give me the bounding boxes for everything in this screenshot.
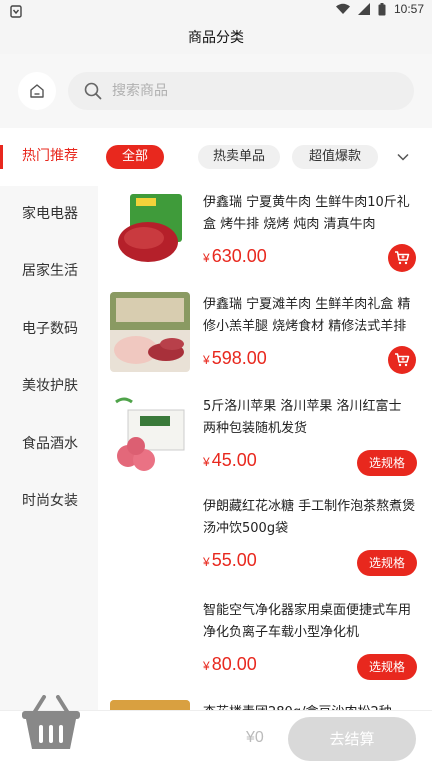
- shopping-basket-icon[interactable]: [20, 695, 82, 751]
- checkout-button[interactable]: 去结算: [288, 717, 416, 761]
- tab-super-deals[interactable]: 超值爆款: [292, 145, 378, 169]
- bottom-cart-bar: ¥0 去结算: [0, 695, 432, 768]
- wifi-icon: [335, 3, 350, 14]
- search-row: [0, 54, 432, 128]
- product-name: 伊鑫瑞 宁夏黄牛肉 生鲜牛肉10斤礼盒 烤牛排 烧烤 炖肉 清真牛肉: [203, 195, 410, 232]
- product-price: ¥55.00: [203, 550, 257, 570]
- app-notification-icon: [10, 5, 22, 18]
- product-item[interactable]: 伊鑫瑞 宁夏滩羊肉 生鲜羊肉礼盒 精修小羔羊腿 烧烤食材 精修法式羊排 ¥598…: [98, 292, 432, 396]
- sidebar-item-food-drinks[interactable]: 食品酒水: [0, 416, 98, 474]
- sidebar-item-hot[interactable]: 热门推荐: [0, 128, 98, 186]
- battery-icon: [378, 2, 386, 15]
- product-item[interactable]: 杏花楼青团280g/盒豆沙肉松2种: [98, 700, 432, 710]
- select-spec-button[interactable]: 选规格: [357, 654, 417, 680]
- signal-icon: [357, 3, 370, 15]
- product-item[interactable]: 伊朗藏红花冰糖 手工制作泡茶熬煮煲汤冲饮500g袋 ¥55.00 选规格: [98, 494, 432, 598]
- product-name: 智能空气净化器家用桌面便捷式车用净化负离子车载小型净化机: [203, 603, 412, 640]
- home-icon: [30, 84, 44, 98]
- add-to-cart-button[interactable]: [388, 346, 416, 374]
- product-price: ¥598.00: [203, 348, 267, 368]
- sidebar-item-home-living[interactable]: 居家生活: [0, 243, 98, 301]
- status-bar: 10:57: [0, 0, 432, 22]
- cart-icon: [395, 353, 410, 367]
- select-spec-button[interactable]: 选规格: [357, 550, 417, 576]
- sidebar-item-appliances[interactable]: 家电电器: [0, 186, 98, 244]
- tab-hot-items[interactable]: 热卖单品: [198, 145, 280, 169]
- product-price: ¥80.00: [203, 654, 257, 674]
- category-sidebar: 热门推荐 家电电器 居家生活 电子数码 美妆护肤 食品酒水 时尚女装: [0, 128, 98, 710]
- product-price: ¥45.00: [203, 450, 257, 470]
- product-name: 5斤洛川苹果 洛川苹果 洛川红富士 两种包装随机发货: [203, 399, 402, 436]
- search-box[interactable]: [68, 72, 414, 110]
- sidebar-item-beauty[interactable]: 美妆护肤: [0, 358, 98, 416]
- page-title: 商品分类: [0, 22, 432, 54]
- sidebar-item-womens-fashion[interactable]: 时尚女装: [0, 473, 98, 531]
- search-icon: [84, 82, 102, 100]
- tab-all[interactable]: 全部: [106, 145, 164, 169]
- search-input[interactable]: [112, 83, 392, 99]
- add-to-cart-button[interactable]: [388, 244, 416, 272]
- product-price: ¥630.00: [203, 246, 267, 266]
- cart-icon: [395, 251, 410, 265]
- product-item[interactable]: 5斤洛川苹果 洛川苹果 洛川红富士 两种包装随机发货 ¥45.00 选规格: [98, 394, 432, 498]
- status-time: 10:57: [393, 2, 424, 16]
- product-image-lamb: [110, 292, 190, 372]
- select-spec-button[interactable]: 选规格: [357, 450, 417, 476]
- product-item[interactable]: 智能空气净化器家用桌面便捷式车用净化负离子车载小型净化机 ¥80.00 选规格: [98, 598, 432, 702]
- product-image-beef: [110, 190, 190, 270]
- sidebar-item-digital[interactable]: 电子数码: [0, 301, 98, 359]
- product-content: 全部 热卖单品 超值爆款 伊鑫瑞 宁夏黄牛肉 生鲜牛肉10斤礼盒 烤牛排 烧烤 …: [98, 128, 432, 710]
- cart-total: ¥0: [246, 729, 264, 746]
- product-name: 伊鑫瑞 宁夏滩羊肉 生鲜羊肉礼盒 精修小羔羊腿 烧烤食材 精修法式羊排: [203, 297, 411, 334]
- chevron-down-icon[interactable]: [396, 150, 410, 164]
- filter-tabs: 全部 热卖单品 超值爆款: [98, 128, 432, 184]
- product-item[interactable]: 伊鑫瑞 宁夏黄牛肉 生鲜牛肉10斤礼盒 烤牛排 烧烤 炖肉 清真牛肉 ¥630.…: [98, 190, 432, 294]
- product-name: 伊朗藏红花冰糖 手工制作泡茶熬煮煲汤冲饮500g袋: [203, 499, 416, 536]
- product-name: 杏花楼青团280g/盒豆沙肉松2种: [203, 702, 417, 710]
- product-image-apples: [110, 394, 190, 474]
- product-image-qingtuan: [110, 700, 190, 710]
- home-button[interactable]: [18, 72, 56, 110]
